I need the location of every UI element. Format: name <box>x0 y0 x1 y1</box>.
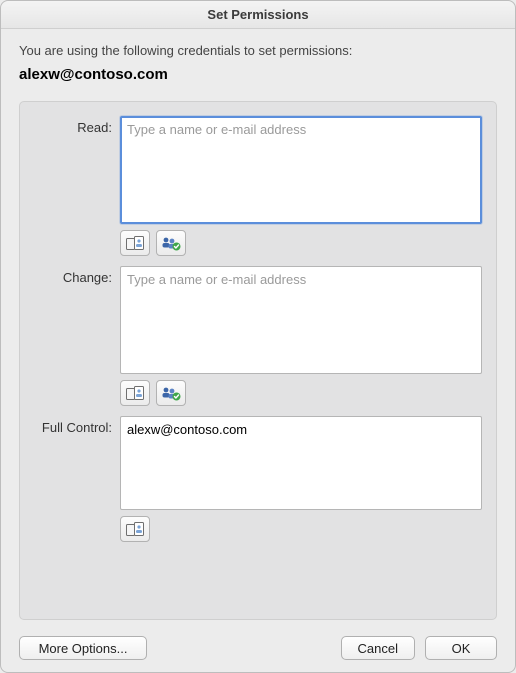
address-book-icon <box>126 522 144 536</box>
change-row: Change: <box>34 266 482 406</box>
dialog-footer: More Options... Cancel OK <box>19 620 497 660</box>
read-input[interactable] <box>120 116 482 224</box>
change-label: Change: <box>34 266 120 406</box>
change-input[interactable] <box>120 266 482 374</box>
read-check-names-button[interactable] <box>156 230 186 256</box>
address-book-icon <box>126 386 144 400</box>
read-toolbar <box>120 230 482 256</box>
full-control-label: Full Control: <box>34 416 120 542</box>
change-address-book-button[interactable] <box>120 380 150 406</box>
cancel-button[interactable]: Cancel <box>341 636 415 660</box>
window-title: Set Permissions <box>207 7 308 22</box>
set-permissions-dialog: Set Permissions You are using the follow… <box>0 0 516 673</box>
full-control-toolbar <box>120 516 482 542</box>
more-options-button[interactable]: More Options... <box>19 636 147 660</box>
change-check-names-button[interactable] <box>156 380 186 406</box>
titlebar: Set Permissions <box>1 1 515 29</box>
permissions-panel: Read: <box>19 101 497 620</box>
read-label: Read: <box>34 116 120 256</box>
address-book-icon <box>126 236 144 250</box>
read-address-book-button[interactable] <box>120 230 150 256</box>
check-names-icon <box>161 385 181 401</box>
credential-text: alexw@contoso.com <box>19 66 497 83</box>
dialog-content: You are using the following credentials … <box>1 29 515 672</box>
full-control-address-book-button[interactable] <box>120 516 150 542</box>
read-row: Read: <box>34 116 482 256</box>
intro-text: You are using the following credentials … <box>19 43 497 58</box>
full-control-row: Full Control: <box>34 416 482 542</box>
ok-button[interactable]: OK <box>425 636 497 660</box>
full-control-input[interactable] <box>120 416 482 510</box>
check-names-icon <box>161 235 181 251</box>
change-toolbar <box>120 380 482 406</box>
